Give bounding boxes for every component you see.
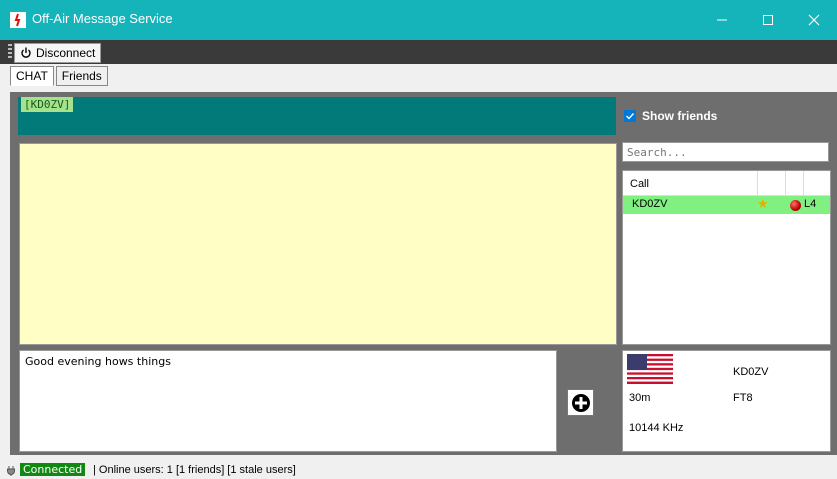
- message-input-text: Good evening hows things: [25, 355, 171, 368]
- star-icon: ★: [757, 197, 769, 212]
- info-frequency: 10144 KHz: [629, 422, 684, 434]
- friend-level: L4: [804, 198, 817, 210]
- minimize-button[interactable]: [699, 0, 745, 40]
- tab-friends[interactable]: Friends: [55, 66, 108, 86]
- friend-list[interactable]: Call KD0ZV ★ L4: [622, 170, 831, 345]
- title-bar: Off-Air Message Service: [0, 0, 837, 40]
- column-divider: [757, 171, 758, 195]
- current-call-badge[interactable]: [KD0ZV]: [21, 97, 74, 112]
- info-band: 30m: [629, 392, 651, 404]
- station-info-panel: KD0ZV 30m FT8 10144 KHz: [622, 350, 831, 452]
- disconnect-button[interactable]: Disconnect: [14, 43, 102, 63]
- window-title: Off-Air Message Service: [32, 11, 173, 26]
- us-flag-icon: [627, 354, 673, 384]
- tab-strip: CHAT Friends: [10, 66, 110, 86]
- maximize-button[interactable]: [745, 0, 791, 40]
- friend-list-header: Call: [623, 171, 830, 196]
- plus-circle-icon: [571, 393, 590, 412]
- search-input[interactable]: [622, 142, 829, 162]
- close-icon: [808, 14, 820, 26]
- toolbar: [0, 40, 837, 64]
- message-input[interactable]: Good evening hows things: [19, 350, 557, 452]
- app-icon: [10, 12, 26, 28]
- friend-row[interactable]: KD0ZV ★ L4: [623, 196, 830, 214]
- power-icon: [21, 47, 31, 58]
- column-divider: [785, 171, 786, 195]
- status-dot-icon: [790, 200, 801, 211]
- maximize-icon: [763, 15, 773, 25]
- info-mode: FT8: [733, 392, 753, 404]
- show-friends-label: Show friends: [642, 109, 718, 123]
- connection-status-badge: Connected: [20, 463, 86, 476]
- show-friends-checkbox[interactable]: Show friends: [624, 109, 717, 123]
- info-call: KD0ZV: [733, 366, 769, 378]
- friend-call: KD0ZV: [632, 198, 668, 210]
- plug-icon: [7, 466, 15, 476]
- disconnect-label: Disconnect: [36, 46, 96, 60]
- call-header-bar: [18, 97, 616, 135]
- send-button[interactable]: [567, 389, 594, 416]
- online-users-text: | Online users: 1 [1 friends] [1 stale u…: [93, 464, 296, 476]
- close-button[interactable]: [791, 0, 837, 40]
- column-header-call[interactable]: Call: [630, 178, 649, 190]
- minimize-icon: [717, 19, 727, 21]
- checkbox-checked-icon: [624, 110, 636, 122]
- column-divider: [803, 171, 804, 195]
- tab-chat[interactable]: CHAT: [10, 66, 54, 86]
- toolbar-grip[interactable]: [8, 44, 12, 60]
- chat-history[interactable]: [19, 143, 617, 345]
